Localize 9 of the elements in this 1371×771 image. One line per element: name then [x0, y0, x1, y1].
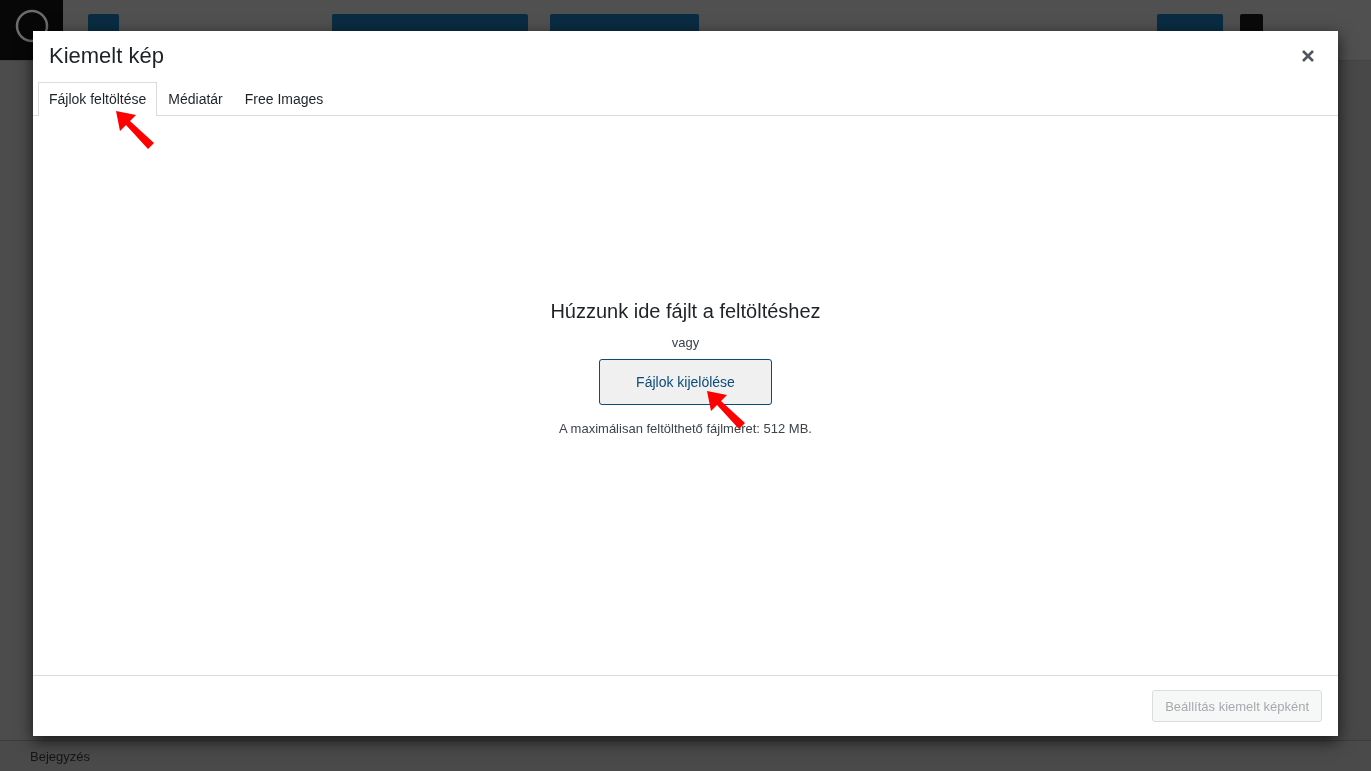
- max-size-note: A maximálisan feltölthető fájlméret: 512 MB.: [559, 421, 812, 436]
- dialog-tab[interactable]: Free Images: [233, 82, 335, 116]
- drop-heading: Húzzunk ide fájlt a feltöltéshez: [550, 300, 821, 323]
- dialog-title: Kiemelt kép: [49, 42, 164, 69]
- pointer-arrow-icon: [116, 111, 156, 151]
- or-label: vagy: [671, 335, 700, 350]
- dialog-tab[interactable]: Médiatár: [157, 82, 234, 116]
- dialog-tab[interactable]: Fájlok feltöltése: [38, 82, 158, 116]
- select-files-button[interactable]: Fájlok kijelölése: [599, 359, 772, 405]
